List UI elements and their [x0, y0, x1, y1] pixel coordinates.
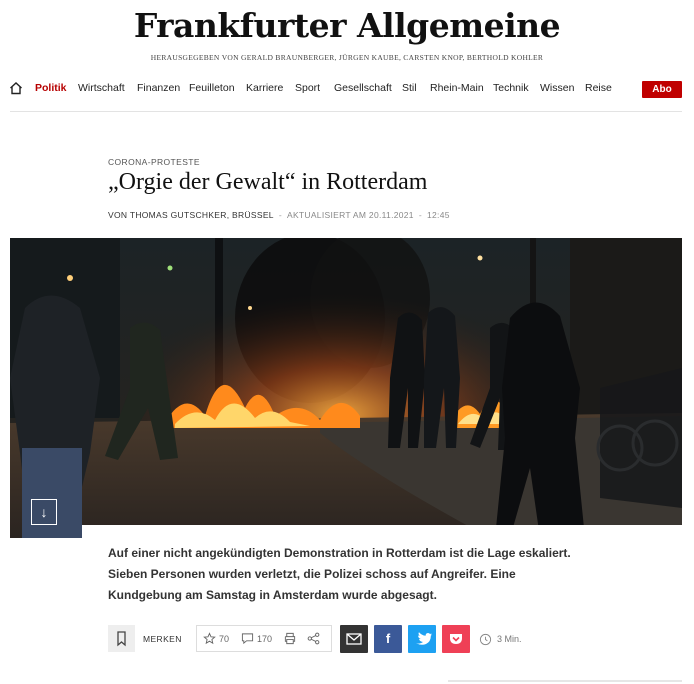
star-count: 70 — [219, 634, 230, 644]
updated-time: 12:45 — [426, 210, 450, 220]
nav-item-gesellschaft[interactable]: Gesellschaft — [334, 82, 392, 94]
photo-street-light — [248, 306, 252, 310]
nav-item-reise[interactable]: Reise — [585, 82, 612, 94]
home-icon[interactable] — [9, 81, 23, 95]
nav-item-sport[interactable]: Sport — [295, 82, 320, 94]
publishers-line: HERAUSGEGEBEN VON GERALD BRAUNBERGER, JÜ… — [150, 53, 544, 62]
author-name[interactable]: VON THOMAS GUTSCHKER, BRÜSSEL — [108, 210, 274, 220]
abo-button[interactable]: Abo — [642, 81, 682, 98]
nav-item-stil[interactable]: Stil — [402, 82, 417, 94]
share-icon[interactable] — [307, 632, 320, 650]
nav-item-wissen[interactable]: Wissen — [540, 82, 574, 94]
clock-icon — [479, 633, 492, 651]
header-divider — [10, 111, 682, 112]
facebook-share-button[interactable]: f — [374, 625, 402, 653]
article-headline: „Orgie der Gewalt“ in Rotterdam — [108, 169, 428, 195]
article-teaser: Auf einer nicht angekündigten Demonstrat… — [108, 546, 571, 602]
nav-item-feuilleton[interactable]: Feuilleton — [189, 82, 235, 94]
nav-item-finanzen[interactable]: Finanzen — [137, 82, 180, 94]
byline-separator: - — [278, 210, 282, 220]
article-kicker: CORONA-PROTESTE — [108, 157, 200, 167]
photo-street-light — [67, 275, 73, 281]
updated-date: AKTUALISIERT AM 20.11.2021 — [286, 210, 414, 220]
merken-button[interactable]: MERKEN — [143, 634, 182, 644]
pocket-share-button[interactable] — [442, 625, 470, 653]
comment-icon[interactable] — [241, 632, 254, 650]
star-icon[interactable] — [203, 632, 216, 650]
twitter-share-button[interactable] — [408, 625, 436, 653]
main-navigation: Politik Wirtschaft Finanzen Feuilleton K… — [0, 78, 694, 102]
article-byline: VON THOMAS GUTSCHKER, BRÜSSEL - AKTUALISIE… — [108, 210, 450, 220]
print-icon[interactable] — [283, 632, 297, 650]
bookmark-icon[interactable] — [108, 625, 135, 652]
article-toolbar: MERKEN 70 170 f 3 Min. — [108, 625, 648, 653]
masthead: Frankfurter Allgemeine HERAUSGEGEBEN VON… — [0, 0, 694, 72]
nav-item-wirtschaft[interactable]: Wirtschaft — [78, 82, 125, 94]
nav-item-karriere[interactable]: Karriere — [246, 82, 283, 94]
byline-separator: - — [418, 210, 422, 220]
bottom-divider — [448, 680, 682, 682]
lead-photo[interactable] — [10, 238, 682, 538]
photo-street-light — [167, 265, 173, 271]
scroll-down-button[interactable]: ↓ — [31, 499, 57, 525]
nav-item-technik[interactable]: Technik — [493, 82, 529, 94]
engagement-bar: 70 170 — [196, 625, 332, 652]
photo-street-light — [477, 255, 483, 261]
nav-item-rhein-main[interactable]: Rhein-Main — [430, 82, 484, 94]
nav-item-politik[interactable]: Politik — [35, 82, 67, 94]
read-time: 3 Min. — [497, 634, 522, 644]
site-logo[interactable]: Frankfurter Allgemeine — [0, 6, 694, 45]
mail-share-button[interactable] — [340, 625, 368, 653]
comment-count: 170 — [257, 634, 273, 644]
